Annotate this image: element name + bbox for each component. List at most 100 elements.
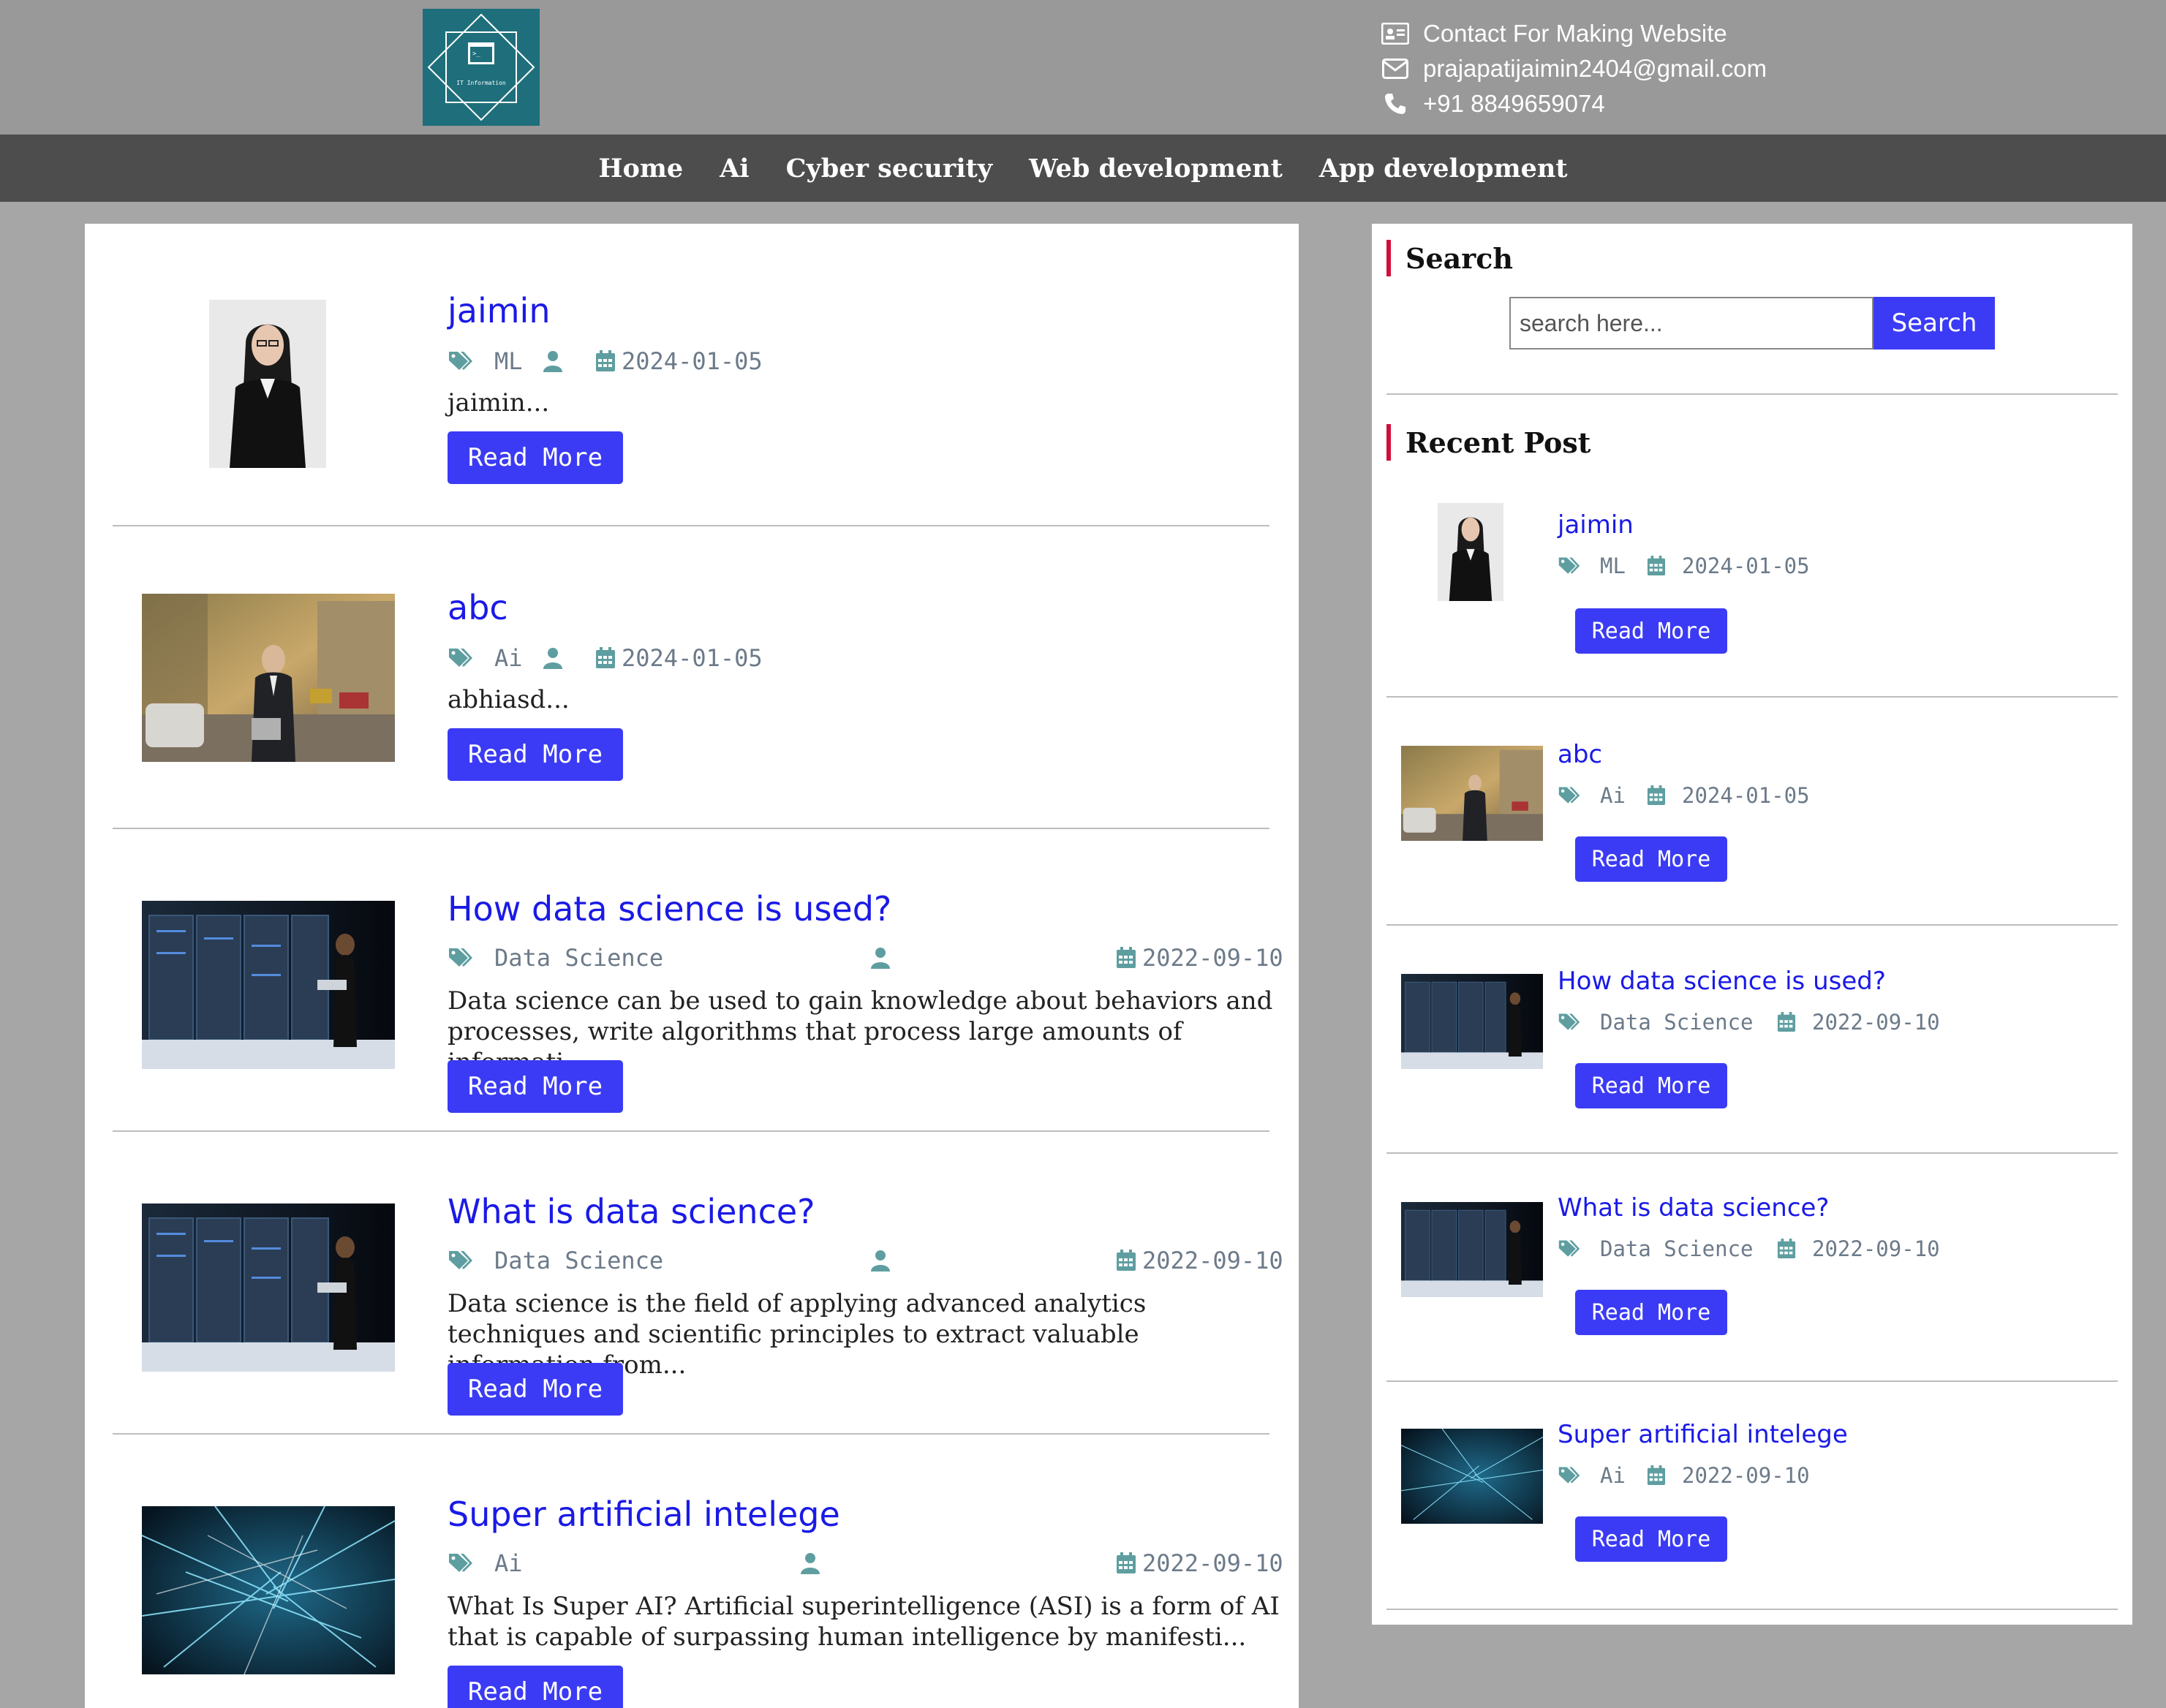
read-more-button[interactable]: Read More — [1575, 836, 1727, 882]
phone-icon — [1381, 91, 1410, 116]
contact-block: Contact For Making Website prajapatijaim… — [1381, 16, 1767, 121]
post-date: 2024-01-05 — [595, 643, 763, 673]
calendar-icon — [1117, 1250, 1136, 1271]
contact-website-text: Contact For Making Website — [1423, 20, 1727, 47]
search-button[interactable]: Search — [1873, 297, 1995, 349]
recent-post-item: abc Ai 2024-01-05 Read More — [1386, 698, 2118, 926]
user-icon — [870, 1246, 891, 1275]
post-date: 2022-09-10 — [1116, 1246, 1283, 1275]
post-category[interactable]: ML — [448, 347, 523, 376]
read-more-button[interactable]: Read More — [448, 1666, 623, 1708]
tags-icon — [1558, 1467, 1580, 1484]
post-list: jaimin ML 2024-01-05 jaimin... Read More — [85, 224, 1299, 1708]
post-category[interactable]: Ai — [448, 1549, 523, 1578]
read-more-button[interactable]: Read More — [1575, 608, 1727, 654]
read-more-button[interactable]: Read More — [448, 1060, 623, 1113]
post-item: Super artificial intelege Ai 2022-09-10 … — [113, 1435, 1283, 1708]
read-more-button[interactable]: Read More — [1575, 1063, 1727, 1108]
recent-post-category[interactable]: Data Science — [1558, 1234, 1754, 1263]
read-more-button[interactable]: Read More — [448, 728, 623, 781]
recent-post-date: 2022-09-10 — [1647, 1461, 1810, 1490]
contact-phone-text[interactable]: +91 8849659074 — [1423, 90, 1605, 118]
tags-icon — [449, 948, 472, 967]
nav-item-app-development[interactable]: App development — [1319, 154, 1568, 184]
user-icon — [870, 943, 891, 972]
tags-icon — [449, 1554, 472, 1572]
post-thumbnail[interactable] — [209, 300, 326, 468]
nav-item-home[interactable]: Home — [598, 154, 683, 184]
recent-post-item: How data science is used? Data Science 2… — [1386, 926, 2118, 1154]
post-category[interactable]: Ai — [448, 643, 523, 673]
read-more-button[interactable]: Read More — [448, 431, 623, 484]
post-excerpt: jaimin... — [448, 388, 550, 417]
calendar-icon — [1117, 1552, 1136, 1573]
contact-email-text[interactable]: prajapatijaimin2404@gmail.com — [1423, 55, 1767, 83]
post-title[interactable]: How data science is used? — [448, 889, 891, 929]
sidebar-divider — [1386, 393, 2118, 395]
recent-post-title[interactable]: jaimin — [1558, 510, 1634, 540]
calendar-icon — [1777, 1012, 1796, 1032]
search-input[interactable] — [1509, 297, 1873, 349]
recent-post-date: 2024-01-05 — [1647, 551, 1810, 581]
read-more-button[interactable]: Read More — [1575, 1290, 1727, 1335]
post-item: jaimin ML 2024-01-05 jaimin... Read More — [113, 224, 1269, 526]
recent-post-title[interactable]: How data science is used? — [1558, 967, 1886, 996]
post-thumbnail[interactable] — [142, 1203, 395, 1372]
user-icon — [543, 347, 563, 376]
contact-row-phone[interactable]: +91 8849659074 — [1381, 86, 1767, 121]
recent-post-title[interactable]: abc — [1558, 740, 1602, 769]
nav-item-cyber-security[interactable]: Cyber security — [786, 154, 993, 184]
recent-post-thumbnail[interactable] — [1401, 974, 1543, 1069]
site-logo[interactable]: >_ IT Information — [423, 9, 540, 126]
post-item: How data science is used? Data Science 2… — [113, 829, 1283, 1132]
post-item: What is data science? Data Science 2022-… — [113, 1132, 1283, 1435]
contact-row-website: Contact For Making Website — [1381, 16, 1767, 51]
calendar-icon — [1777, 1239, 1796, 1258]
contact-row-email[interactable]: prajapatijaimin2404@gmail.com — [1381, 51, 1767, 86]
recent-post-category[interactable]: ML — [1558, 551, 1626, 581]
sidebar: Search Search Recent Post jaimin ML 2024… — [1372, 224, 2132, 1625]
recent-post-thumbnail[interactable] — [1438, 503, 1503, 601]
post-thumbnail[interactable] — [142, 901, 395, 1069]
recent-post-title[interactable]: What is data science? — [1558, 1193, 1829, 1223]
post-category[interactable]: Data Science — [448, 943, 663, 972]
envelope-icon — [1381, 56, 1410, 81]
recent-post-title[interactable]: Super artificial intelege — [1558, 1420, 1848, 1449]
user-icon — [543, 643, 563, 673]
svg-text:>_: >_ — [472, 50, 480, 58]
tags-icon — [1558, 1013, 1580, 1030]
calendar-icon — [1117, 947, 1136, 968]
recent-post-date: 2022-09-10 — [1777, 1234, 1940, 1263]
post-title[interactable]: abc — [448, 588, 508, 627]
post-excerpt: abhiasd... — [448, 685, 570, 714]
calendar-icon — [596, 647, 615, 668]
recent-post-item: What is data science? Data Science 2022-… — [1386, 1154, 2118, 1382]
tags-icon — [1558, 557, 1580, 574]
post-title[interactable]: jaimin — [448, 291, 551, 330]
post-date: 2024-01-05 — [595, 347, 763, 376]
post-title[interactable]: Super artificial intelege — [448, 1494, 840, 1534]
recent-post-category[interactable]: Ai — [1558, 781, 1626, 810]
nav-item-web-development[interactable]: Web development — [1029, 154, 1283, 184]
post-thumbnail[interactable] — [142, 1506, 395, 1674]
calendar-icon — [596, 350, 615, 371]
recent-post-thumbnail[interactable] — [1401, 1429, 1543, 1524]
post-thumbnail[interactable] — [142, 594, 395, 762]
read-more-button[interactable]: Read More — [1575, 1516, 1727, 1562]
recent-post-item: Super artificial intelege Ai 2022-09-10 … — [1386, 1382, 2118, 1610]
post-category[interactable]: Data Science — [448, 1246, 663, 1275]
recent-post-thumbnail[interactable] — [1401, 1202, 1543, 1297]
top-header: >_ IT Information Contact For Making Web… — [0, 0, 2166, 135]
logo-graphic: >_ IT Information — [423, 9, 540, 126]
recent-post-category[interactable]: Data Science — [1558, 1008, 1754, 1037]
recent-post-thumbnail[interactable] — [1401, 746, 1543, 841]
nav-item-ai[interactable]: Ai — [720, 154, 749, 184]
read-more-button[interactable]: Read More — [448, 1363, 623, 1416]
calendar-icon — [1647, 1465, 1666, 1485]
recent-post-item: jaimin ML 2024-01-05 Read More — [1386, 503, 2118, 698]
tags-icon — [1558, 787, 1580, 804]
search-heading: Search — [1386, 240, 1513, 276]
post-title[interactable]: What is data science? — [448, 1192, 815, 1231]
post-excerpt: What Is Super AI? Artificial superintell… — [448, 1592, 1280, 1652]
recent-post-category[interactable]: Ai — [1558, 1461, 1626, 1490]
